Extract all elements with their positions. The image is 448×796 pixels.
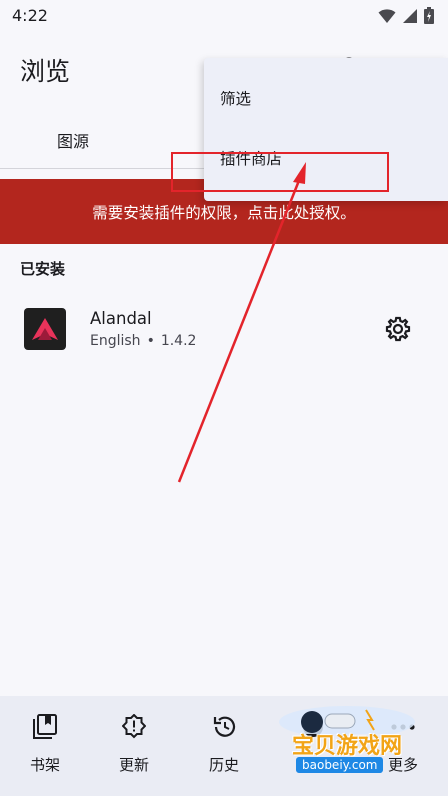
signal-icon [403, 8, 417, 23]
gear-icon[interactable] [385, 316, 411, 342]
page-title: 浏览 [20, 57, 71, 86]
tab-sources-label: 图源 [57, 132, 90, 151]
watermark-text: 宝贝游戏网 [291, 734, 402, 759]
nav-history[interactable]: 历史 [179, 696, 269, 796]
alert-badge-icon [122, 714, 146, 739]
permission-banner-text: 需要安装插件的权限，点击此处授权。 [92, 203, 356, 222]
annotation-highlight-box [171, 152, 389, 192]
nav-history-label: 历史 [208, 756, 239, 774]
wifi-icon [378, 8, 396, 23]
extension-row[interactable]: Alandal English • 1.4.2 [0, 298, 448, 362]
watermark-url: baobeiy.com [296, 757, 384, 773]
nav-updates[interactable]: 更新 [89, 696, 179, 796]
menu-item-filter-label: 筛选 [220, 90, 252, 108]
extension-version: 1.4.2 [160, 333, 197, 349]
watermark: 宝贝游戏网 baobeiy.com [272, 700, 422, 780]
installed-section-header: 已安装 [20, 260, 66, 278]
nav-library[interactable]: 书架 [0, 696, 90, 796]
history-icon [213, 716, 236, 737]
tab-sources[interactable]: 图源 [0, 108, 150, 168]
status-bar: 4:22 [0, 0, 448, 32]
extension-logo-icon [24, 308, 66, 350]
library-icon [33, 714, 57, 739]
menu-item-filter[interactable]: 筛选 [204, 70, 448, 126]
extension-name: Alandal [90, 309, 152, 328]
nav-updates-label: 更新 [118, 756, 149, 774]
status-time: 4:22 [12, 6, 48, 25]
status-icons [378, 7, 434, 24]
extension-meta: English • 1.4.2 [90, 333, 196, 349]
nav-library-label: 书架 [29, 756, 60, 774]
meta-separator: • [146, 333, 155, 349]
battery-icon [424, 7, 434, 24]
extension-language: English [90, 333, 141, 349]
